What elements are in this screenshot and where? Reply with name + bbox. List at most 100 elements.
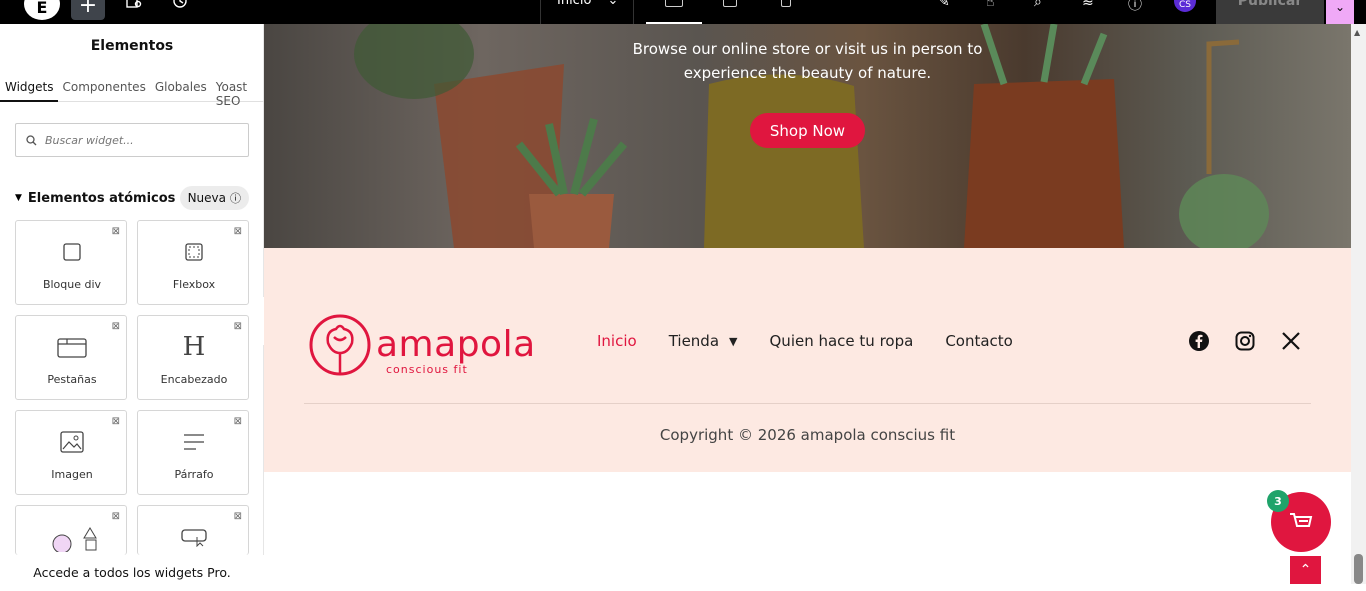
category-header[interactable]: ▼ Elementos atómicos Nueva ⓘ (15, 186, 249, 210)
hero-line-1: Browse our online store or visit us in p… (632, 40, 983, 58)
drag-icon: ⊠ (233, 321, 242, 332)
drag-icon: ⊠ (111, 226, 120, 237)
pointer-icon[interactable]: ☝ (986, 0, 995, 10)
tabs-icon (16, 332, 128, 362)
nav-item-tienda[interactable]: Tienda ▼ (669, 332, 738, 350)
paragraph-icon (138, 427, 250, 457)
widget-label: Flexbox (172, 278, 216, 291)
help-icon[interactable]: ⓘ (1128, 0, 1142, 14)
scroll-to-top-button[interactable]: ⌃ (1290, 556, 1321, 584)
footer-divider (304, 403, 1311, 404)
mobile-view-button[interactable] (758, 0, 814, 24)
page-settings-icon[interactable] (126, 0, 142, 12)
page-select-dropdown[interactable]: Inicio ⌄ (540, 0, 634, 24)
x-twitter-icon[interactable] (1280, 330, 1302, 352)
drag-icon: ⊠ (111, 416, 120, 427)
chevron-down-icon: ⌄ (607, 0, 619, 8)
instagram-icon[interactable] (1234, 330, 1256, 352)
poppy-logo-icon (309, 314, 371, 376)
tab-componentes[interactable]: Componentes (58, 72, 150, 102)
cart-count-badge: 3 (1267, 490, 1289, 512)
facebook-icon[interactable] (1188, 330, 1210, 352)
nav-item-inicio[interactable]: Inicio (597, 332, 637, 350)
drag-icon: ⊠ (233, 511, 242, 522)
pro-upsell-bar[interactable]: Accede a todos los widgets Pro. (0, 555, 264, 584)
editor-topbar: E + Inicio ⌄ ✎ ☝ ⌕ ≋ ⓘ CS Publicar ⌄ (0, 0, 1366, 24)
history-icon[interactable] (172, 0, 188, 12)
site-footer: amapola conscious fit Inicio Tienda ▼ Qu… (264, 248, 1351, 472)
new-badge: Nueva ⓘ (179, 186, 249, 210)
caret-down-icon: ▼ (15, 193, 22, 203)
elementor-logo-icon[interactable]: E (24, 0, 60, 20)
widget-tile-shapes[interactable]: ⊠ (15, 505, 127, 555)
drag-icon: ⊠ (111, 511, 120, 522)
new-badge-label: Nueva (187, 191, 226, 205)
panel-tabs: Widgets Componentes Globales Yoast SEO (0, 72, 264, 108)
brand-tagline: conscious fit (386, 363, 468, 376)
add-element-button[interactable]: + (71, 0, 105, 20)
publish-button[interactable]: Publicar (1216, 0, 1324, 24)
publish-label: Publicar (1237, 0, 1303, 9)
nav-item-label: Tienda (668, 332, 720, 350)
drag-icon: ⊠ (233, 416, 242, 427)
copyright-text: Copyright © 2026 amapola conscius fit (659, 426, 956, 444)
scrollbar-thumb[interactable] (1354, 554, 1363, 584)
brand-text: amapola conscious fit (376, 324, 536, 377)
footer-nav: Inicio Tienda ▼ Quien hace tu ropa Conta… (597, 332, 1045, 350)
page-select-label: Inicio (557, 0, 592, 8)
chevron-up-icon: ⌃ (1299, 562, 1312, 578)
tab-globales[interactable]: Globales (150, 72, 211, 102)
avatar[interactable]: CS (1174, 0, 1196, 12)
category-label: Elementos atómicos (27, 190, 176, 206)
search-icon[interactable]: ⌕ (1034, 0, 1042, 10)
publish-options-button[interactable]: ⌄ (1326, 0, 1354, 24)
widget-tile-heading[interactable]: ⊠ H Encabezado (137, 315, 249, 400)
elements-panel: Elementos Widgets Componentes Globales Y… (0, 24, 264, 584)
panel-title: Elementos (90, 38, 174, 54)
widget-label: Párrafo (174, 468, 214, 481)
tablet-icon (723, 0, 737, 7)
chevron-down-icon: ⌄ (1334, 0, 1346, 14)
widget-tile-button[interactable]: ⊠ (137, 505, 249, 555)
drag-icon: ⊠ (233, 226, 242, 237)
layers-icon[interactable]: ≋ (1082, 0, 1094, 10)
scroll-up-arrow-icon[interactable]: ▲ (1354, 28, 1360, 37)
chevron-down-icon: ▼ (729, 334, 738, 348)
hero-line-2: experience the beauty of nature. (683, 64, 932, 82)
button-icon (138, 522, 250, 552)
mobile-icon (781, 0, 791, 7)
nav-item-contacto[interactable]: Contacto (945, 332, 1013, 350)
editor-canvas: Browse our online store or visit us in p… (264, 24, 1351, 584)
drag-icon: ⊠ (111, 321, 120, 332)
brand-name: amapola (376, 324, 536, 365)
info-icon: ⓘ (230, 192, 241, 205)
tab-yoast-seo[interactable]: Yoast SEO (211, 72, 264, 108)
hero-section: Browse our online store or visit us in p… (264, 24, 1351, 248)
widget-tile-flexbox[interactable]: ⊠ Flexbox (137, 220, 249, 305)
heading-icon: H (182, 332, 206, 362)
search-input[interactable] (45, 133, 235, 147)
desktop-view-button[interactable] (646, 0, 702, 24)
widget-label: Bloque div (42, 278, 102, 291)
widget-label: Encabezado (160, 373, 228, 386)
cart-icon (1290, 513, 1313, 527)
image-icon (16, 427, 128, 457)
flexbox-icon (138, 237, 250, 267)
brush-icon[interactable]: ✎ (938, 0, 950, 10)
shop-now-button[interactable]: Shop Now (750, 113, 865, 148)
widget-label: Imagen (51, 468, 93, 481)
widget-label: Pestañas (47, 373, 97, 386)
widget-tile-image[interactable]: ⊠ Imagen (15, 410, 127, 495)
widget-tile-div-block[interactable]: ⊠ Bloque div (15, 220, 127, 305)
canvas-scrollbar[interactable]: ▲ (1351, 24, 1366, 584)
widget-tile-tabs[interactable]: ⊠ Pestañas (15, 315, 127, 400)
tab-widgets[interactable]: Widgets (0, 72, 58, 102)
shapes-icon (16, 522, 128, 552)
div-block-icon (16, 237, 128, 267)
tablet-view-button[interactable] (702, 0, 758, 24)
desktop-icon (665, 0, 683, 7)
search-icon (26, 134, 37, 145)
nav-item-quien-hace-tu-ropa[interactable]: Quien hace tu ropa (770, 332, 914, 350)
widget-tile-paragraph[interactable]: ⊠ Párrafo (137, 410, 249, 495)
brand-logo[interactable]: amapola conscious fit (308, 313, 536, 377)
